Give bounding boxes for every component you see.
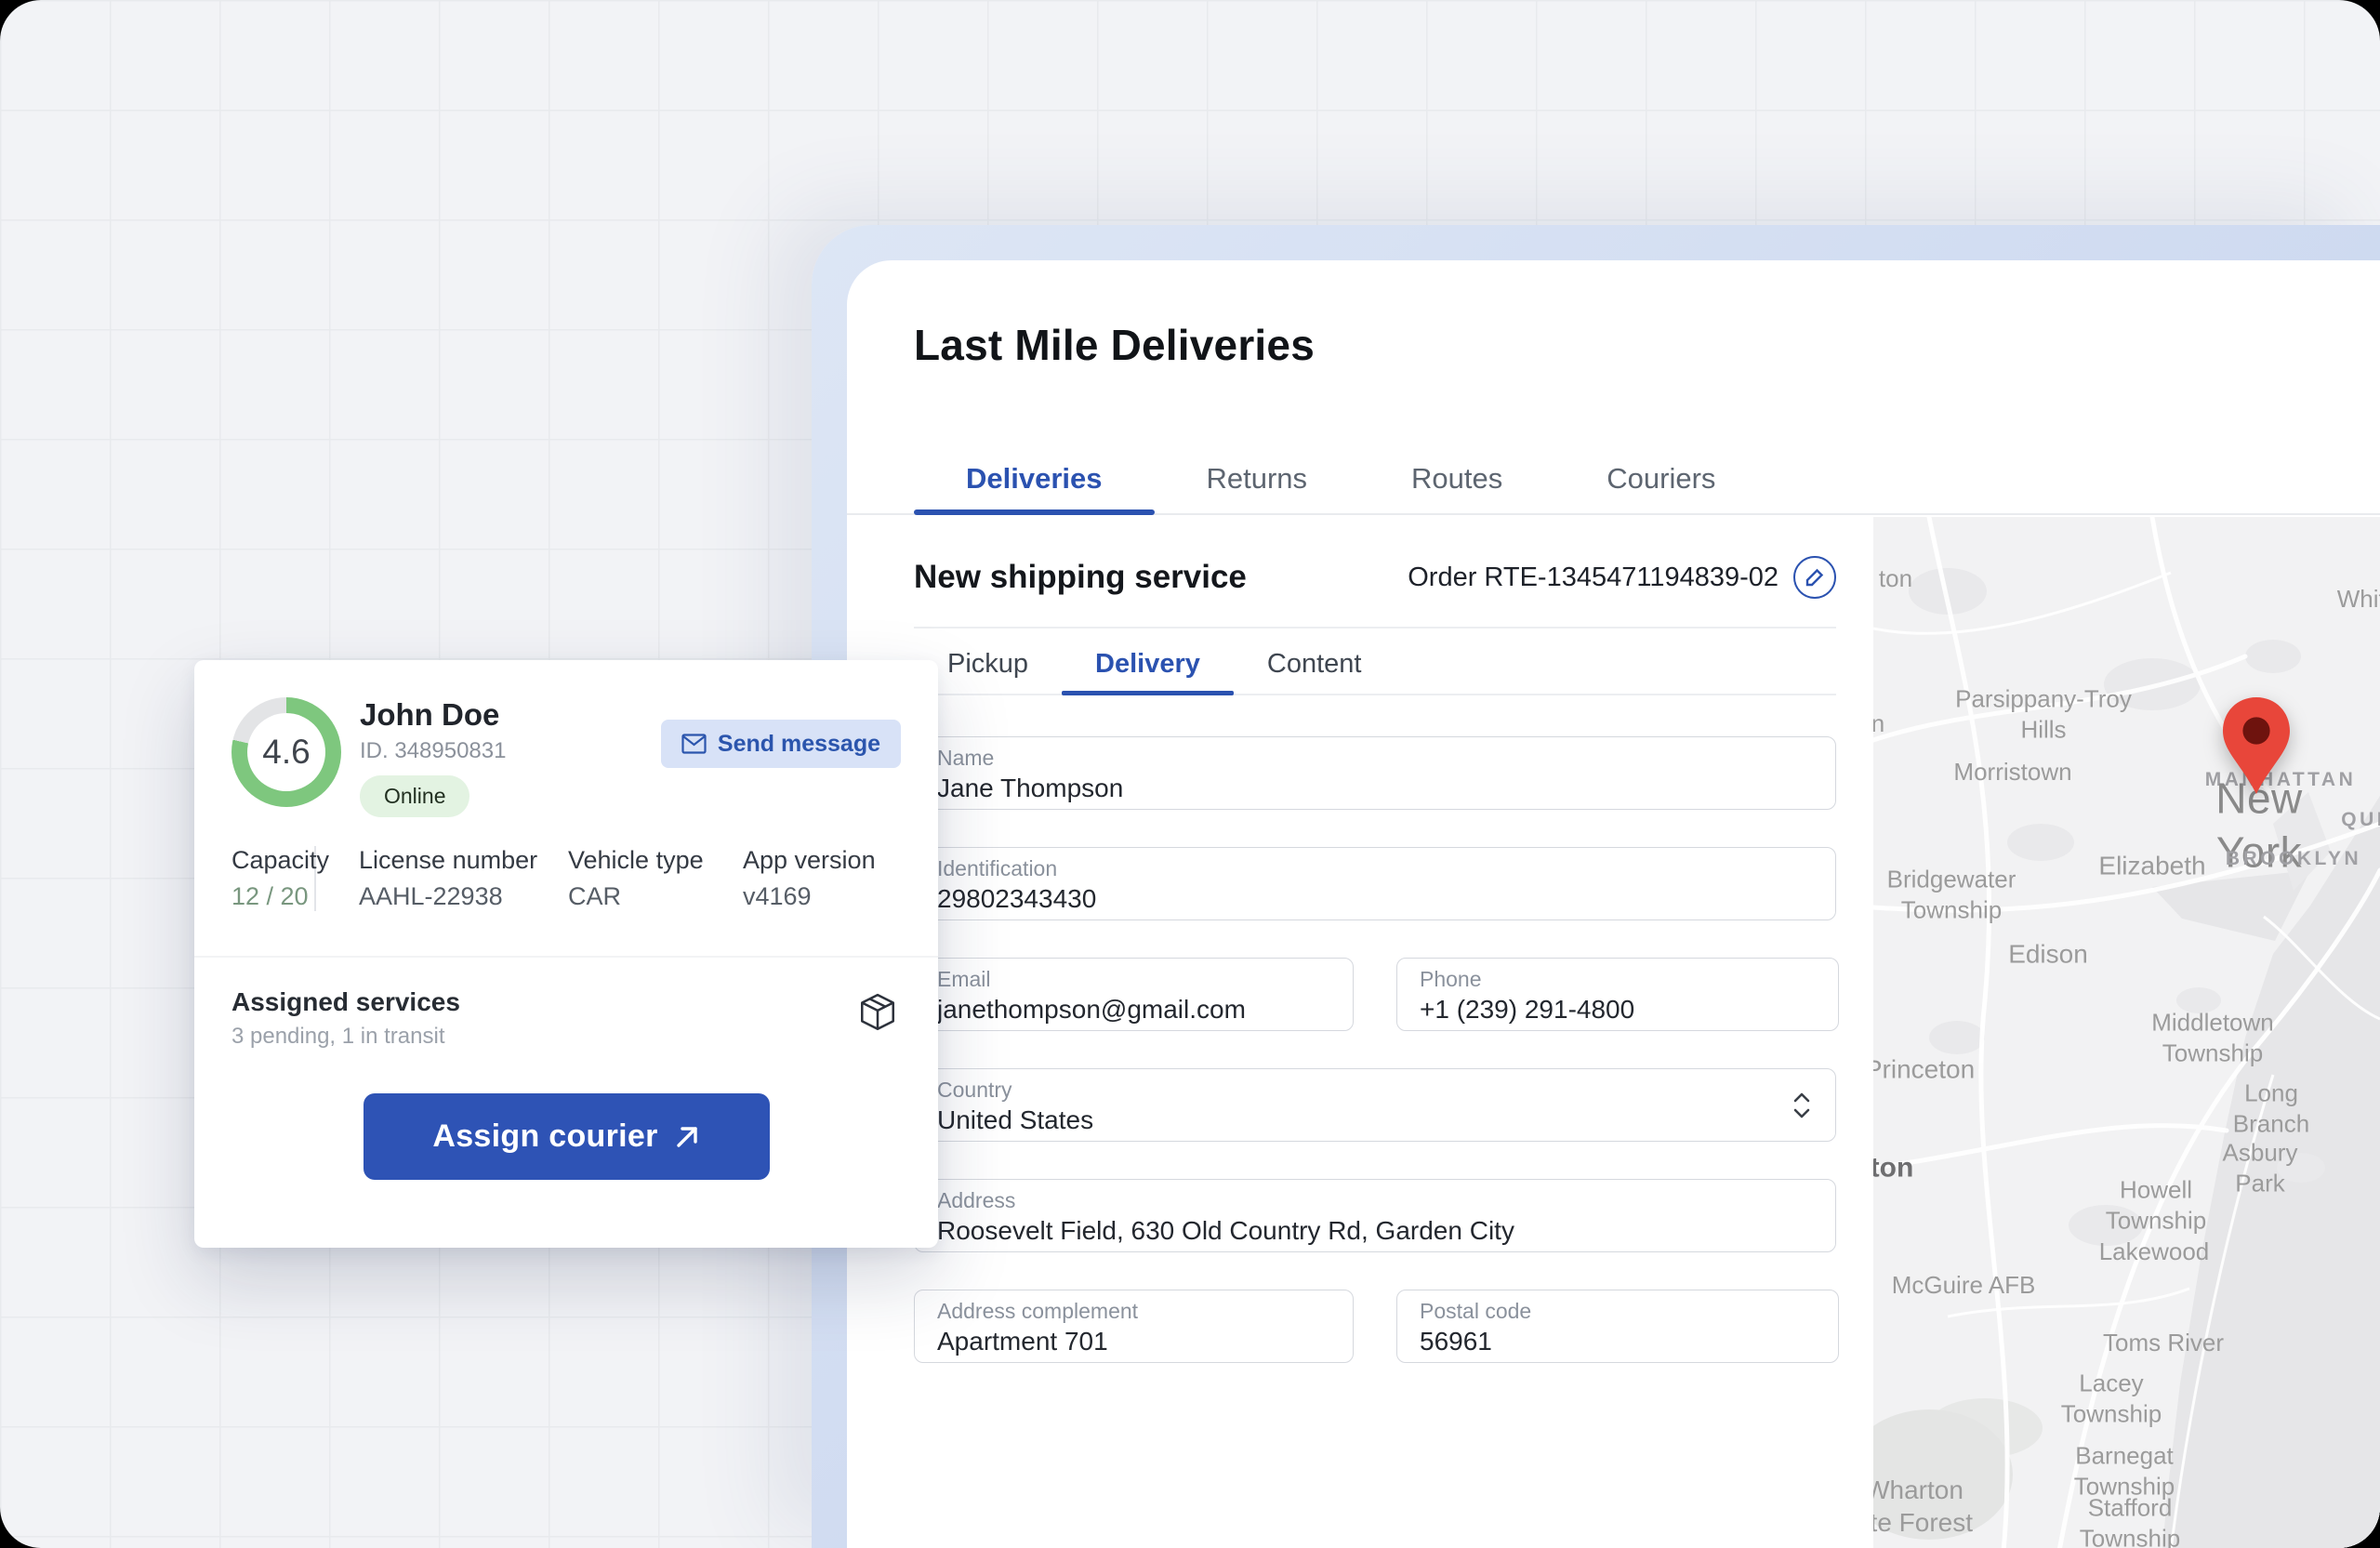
tab-routes[interactable]: Routes [1359, 444, 1554, 513]
address-field[interactable]: Address Roosevelt Field, 630 Old Country… [914, 1179, 1836, 1252]
map-place-label: Stafford Township [2080, 1493, 2180, 1548]
map-place-label: Wharton ate Forest [1873, 1474, 1973, 1539]
rating-value: 4.6 [231, 697, 341, 807]
name-field[interactable]: Name Jane Thompson [914, 736, 1836, 810]
map-place-label: Princeton [1873, 1053, 1975, 1086]
shipping-sub-tab-bar: Pickup Delivery Content [914, 634, 1836, 695]
map-place-label: Long Branch [2217, 1078, 2326, 1139]
courier-id: ID. 348950831 [360, 738, 506, 764]
arrow-up-right-icon [673, 1123, 701, 1151]
edit-order-button[interactable] [1793, 556, 1836, 599]
map-place-label: ton [1873, 1150, 1913, 1185]
map-place-label: Lacey Township [2061, 1369, 2162, 1429]
map-place-label: n [1873, 708, 1884, 739]
email-field[interactable]: Email janethompson@gmail.com [914, 958, 1354, 1031]
tab-couriers[interactable]: Couriers [1554, 444, 1767, 513]
map-place-label: Morristown [1953, 757, 2071, 787]
map-place-label: Middletown Township [2151, 1008, 2274, 1068]
rating-donut: 4.6 [231, 697, 341, 807]
tab-deliveries[interactable]: Deliveries [914, 444, 1155, 513]
map-place-label: Toms River [2103, 1328, 2224, 1358]
tab-returns[interactable]: Returns [1155, 444, 1360, 513]
map-place-label: Parsippany-Troy Hills [1955, 684, 2132, 745]
courier-name: John Doe [360, 697, 499, 733]
subtab-delivery[interactable]: Delivery [1062, 634, 1234, 694]
stat-license-number: License number AAHL-22938 [359, 846, 568, 911]
map-place-label: Lakewood [2099, 1237, 2210, 1267]
identification-field[interactable]: Identification 29802343430 [914, 847, 1836, 920]
courier-card: 4.6 John Doe ID. 348950831 Online Send m… [194, 660, 938, 1248]
send-message-button[interactable]: Send message [661, 720, 901, 768]
address-complement-field[interactable]: Address complement Apartment 701 [914, 1290, 1354, 1363]
main-tab-bar: Deliveries Returns Routes Couriers [847, 446, 2380, 515]
app-window: Last Mile Deliveries Deliveries Returns … [0, 0, 2380, 1548]
chevron-up-down-icon [1791, 1090, 1813, 1126]
map-place-label: BROOKLYN [2226, 847, 2361, 871]
pencil-icon [1804, 566, 1826, 589]
map-place-label: QUEE [2341, 808, 2380, 832]
deliveries-panel: Last Mile Deliveries Deliveries Returns … [847, 260, 2380, 1548]
stat-vehicle-type: Vehicle type CAR [568, 846, 743, 911]
subtab-content[interactable]: Content [1234, 634, 1395, 694]
postal-code-field[interactable]: Postal code 56961 [1396, 1290, 1839, 1363]
map-place-label: Bridgewater Township [1887, 865, 2016, 925]
modal-frame: Last Mile Deliveries Deliveries Returns … [812, 225, 2380, 1548]
shipping-form-column: New shipping service Order RTE-134547119… [847, 517, 1873, 1548]
stat-capacity: Capacity 12 / 20 [231, 846, 316, 911]
stat-app-version: App version v4169 [743, 846, 876, 911]
map-place-label: ton [1879, 563, 1912, 594]
map-place-label: Asbury Park [2201, 1138, 2320, 1198]
phone-field[interactable]: Phone +1 (239) 291-4800 [1396, 958, 1839, 1031]
card-divider [194, 956, 938, 958]
assigned-services: Assigned services 3 pending, 1 in transi… [231, 987, 460, 1050]
status-badge: Online [360, 775, 469, 817]
map-place-label: McGuire AFB [1892, 1270, 2036, 1301]
map-pin-icon [2219, 694, 2294, 798]
map-place-label: Edison [2008, 938, 2088, 971]
delivery-form: Name Jane Thompson Identification 298023… [914, 736, 1836, 1363]
section-divider [914, 627, 1836, 628]
courier-stats: Capacity 12 / 20 License number AAHL-229… [194, 846, 876, 911]
map-view[interactable]: ton White n Parsippany-Troy Hills Morristown… [1873, 517, 2380, 1548]
country-select[interactable]: Country United States [914, 1068, 1836, 1142]
map-place-label: White [2337, 584, 2380, 615]
section-title: New shipping service [914, 559, 1247, 596]
map-place-label: Elizabeth [2098, 850, 2205, 882]
assign-courier-button[interactable]: Assign courier [364, 1093, 770, 1180]
envelope-icon [681, 734, 707, 754]
package-icon [856, 991, 899, 1034]
order-number: Order RTE-1345471194839-02 [1408, 562, 1778, 593]
map-place-label: Howell Township [2106, 1175, 2206, 1236]
page-title: Last Mile Deliveries [914, 320, 1315, 370]
